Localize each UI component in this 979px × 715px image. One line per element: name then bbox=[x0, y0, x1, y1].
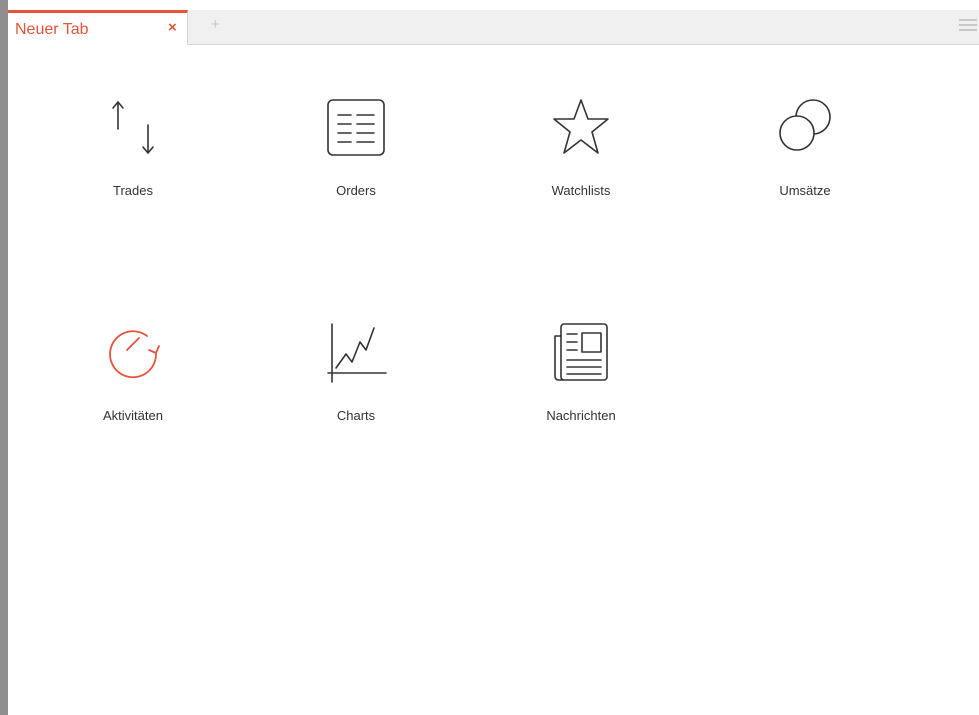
newspaper-icon bbox=[554, 323, 608, 381]
app-window: Neuer Tab × + Trades Orders Watchlists U… bbox=[0, 0, 979, 715]
tile-label: Trades bbox=[113, 183, 153, 198]
tile-label: Orders bbox=[336, 183, 376, 198]
tile-label: Charts bbox=[336, 408, 376, 423]
tab-neuer-tab[interactable]: Neuer Tab × bbox=[8, 10, 188, 45]
hamburger-menu-icon[interactable] bbox=[959, 19, 977, 33]
line-chart-icon bbox=[327, 323, 387, 383]
list-document-icon bbox=[327, 99, 385, 156]
tile-aktivitaeten[interactable]: Aktivitäten bbox=[43, 320, 223, 423]
tile-nachrichten[interactable]: Nachrichten bbox=[491, 320, 671, 423]
add-tab-icon[interactable]: + bbox=[211, 16, 220, 33]
tab-bar: Neuer Tab × + bbox=[8, 10, 979, 45]
tile-umsaetze[interactable]: Umsätze bbox=[715, 95, 895, 198]
tile-watchlists[interactable]: Watchlists bbox=[491, 95, 671, 198]
tab-label: Neuer Tab bbox=[15, 21, 89, 38]
tile-label: Aktivitäten bbox=[103, 408, 163, 423]
tile-orders[interactable]: Orders bbox=[266, 95, 446, 198]
tile-label: Nachrichten bbox=[546, 408, 616, 423]
arrows-up-down-icon bbox=[112, 101, 154, 154]
tile-charts[interactable]: Charts bbox=[266, 320, 446, 423]
gauge-icon bbox=[109, 330, 160, 379]
tile-label: Umsätze bbox=[779, 183, 831, 198]
star-icon bbox=[553, 99, 609, 154]
tile-trades[interactable]: Trades bbox=[43, 95, 223, 198]
overlapping-circles-icon bbox=[779, 99, 831, 151]
tile-label: Watchlists bbox=[551, 183, 611, 198]
close-icon[interactable]: × bbox=[168, 19, 177, 36]
